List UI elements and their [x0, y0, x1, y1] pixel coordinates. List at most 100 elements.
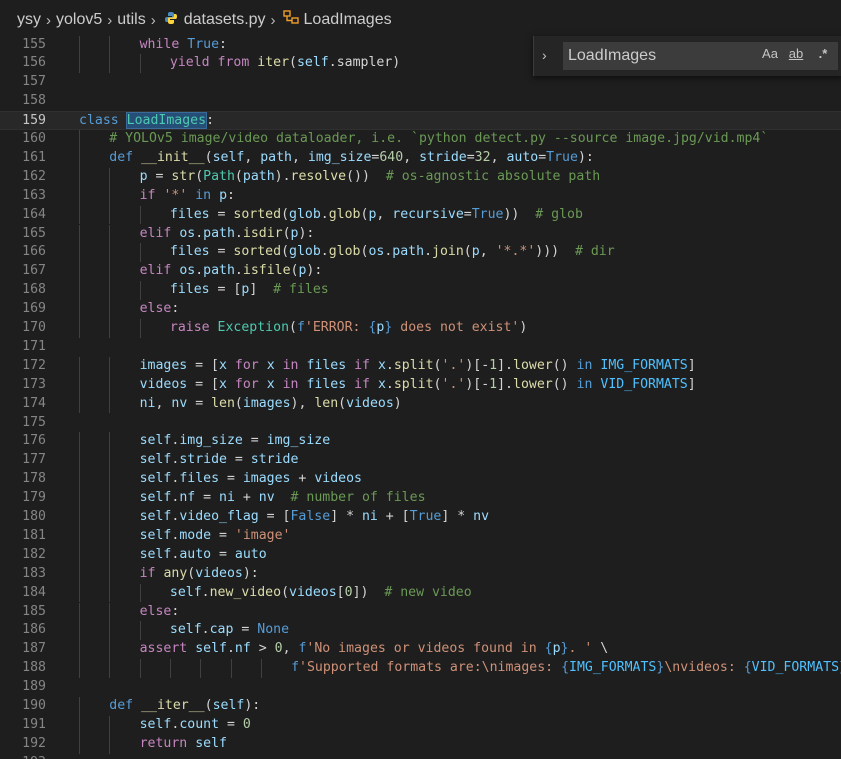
code-token: yield [169, 55, 210, 71]
code-token: = [219, 471, 243, 487]
indent-guide [139, 205, 141, 225]
code-line[interactable]: 193 [0, 754, 841, 759]
breadcrumb-item-root[interactable]: ysy [17, 11, 41, 29]
indent-guide [79, 451, 80, 471]
code-line[interactable]: 176 self.img_size = img_size [0, 432, 841, 452]
line-number: 192 [22, 735, 46, 751]
indent-guide [79, 167, 80, 187]
code-token: nv [171, 395, 188, 411]
code-token: lower [513, 357, 553, 373]
breadcrumb-item-project[interactable]: yolov5 [56, 11, 102, 29]
code-line[interactable]: 159 class LoadImages: [0, 111, 841, 130]
indent-guide [79, 640, 80, 660]
code-token: , [244, 149, 261, 165]
code-token: ( [281, 206, 290, 222]
code-text: else: [140, 300, 180, 319]
indent-guide [79, 432, 80, 452]
code-line[interactable]: 162 p = str(Path(path).resolve()) # os-ag… [0, 167, 841, 187]
code-line[interactable]: 185 else: [0, 602, 841, 622]
code-token: os [179, 263, 196, 279]
code-token: ( [463, 244, 472, 260]
indent-guide [200, 659, 202, 679]
code-token: __iter__ [141, 698, 205, 713]
code-line[interactable]: 177 self.stride = stride [0, 451, 841, 471]
code-token: path [260, 149, 292, 165]
code-line[interactable]: 167 elif os.path.isfile(p): [0, 262, 841, 282]
code-line[interactable]: 164 files = sorted(glob.glob(p, recursive… [0, 205, 841, 225]
code-line[interactable]: 168 files = [p] # files [0, 281, 841, 301]
breadcrumb-item-folder[interactable]: utils [117, 11, 145, 29]
code-line[interactable]: 179 self.nf = ni + nv # number of files [0, 489, 841, 508]
code-line[interactable]: 172 images = [x for x in files if x.split… [0, 356, 841, 376]
code-token: does not exist' [392, 320, 520, 335]
code-token: ]. [497, 376, 513, 392]
code-line[interactable]: 173 videos = [x for x in files if x.split… [0, 375, 841, 395]
code-line[interactable]: 184 self.new_video(videos[0]) # new video [0, 583, 841, 603]
indent-guide [109, 621, 111, 641]
whole-word-toggle[interactable]: ab [785, 43, 807, 65]
code-line[interactable]: 183 if any(videos): [0, 564, 841, 584]
code-token: from [217, 55, 250, 71]
code-token: = [226, 452, 251, 468]
code-token: self [139, 433, 172, 449]
code-token: '*' [163, 187, 188, 203]
regex-toggle[interactable]: .* [812, 43, 834, 65]
code-token: os [179, 225, 196, 241]
code-token: elif [139, 225, 172, 241]
code-line[interactable]: 190 def __iter__(self): [0, 697, 841, 716]
code-token: p [471, 244, 480, 260]
code-token: ( [281, 244, 290, 260]
code-line[interactable]: 175 [0, 414, 841, 433]
code-token: . [320, 244, 329, 260]
indent-guide [109, 394, 111, 414]
code-line[interactable]: 187 assert self.nf > 0, f'No images or vi… [0, 640, 841, 660]
indent-guide [139, 243, 141, 263]
code-line[interactable]: 165 elif os.path.isdir(p): [0, 224, 841, 244]
code-line[interactable]: 170 raise Exception(f'ERROR: {p} does not… [0, 319, 841, 338]
code-line[interactable]: 161 def __init__(self, path, img_size = 640… [0, 148, 841, 168]
line-number: 158 [22, 93, 46, 109]
code-editor[interactable]: 155 while True: 156 yield from iter(self.sa… [0, 35, 841, 759]
code-token: files [306, 357, 347, 373]
line-number: 156 [22, 55, 46, 71]
line-number: 184 [22, 584, 46, 600]
code-text: self.nf = ni + nv # number of files [140, 489, 426, 508]
code-line[interactable]: 158 [0, 92, 841, 111]
code-line[interactable]: 169 else: [0, 300, 841, 319]
indent-guide [109, 375, 111, 395]
code-line[interactable]: 163 if '*' in p: [0, 186, 841, 206]
code-line[interactable]: 171 [0, 338, 841, 357]
code-line[interactable]: 188 f'Supported formats are:\nimages: {IM… [0, 659, 841, 679]
indent-guide [109, 470, 111, 490]
code-token: )) [503, 206, 536, 222]
code-token: . ' [568, 641, 593, 657]
chevron-right-icon[interactable]: › [542, 47, 556, 65]
code-line[interactable]: 180 self.video_flag = [False] * ni + [Tru… [0, 508, 841, 527]
breadcrumb-item-symbol[interactable]: LoadImages [304, 11, 392, 29]
chevron-right-icon: › [46, 11, 51, 29]
code-line[interactable]: 181 self.mode = 'image' [0, 526, 841, 546]
code-token: ]. [497, 357, 513, 373]
code-text: videos = [x for x in files if x.split('.… [140, 376, 696, 395]
code-token: videos [346, 395, 394, 411]
code-token: for [234, 376, 259, 392]
code-token: : [171, 301, 180, 317]
code-line[interactable]: 189 [0, 678, 841, 697]
code-line[interactable]: 157 [0, 73, 841, 92]
code-line[interactable]: 186 self.cap = None [0, 621, 841, 641]
code-text: self.video_flag = [False] * ni + [True] … [140, 508, 489, 527]
code-token: ( [234, 395, 243, 411]
code-token: = [ [187, 357, 219, 373]
code-token: IMG_FORMATS [600, 357, 688, 373]
code-line[interactable]: 160 # YOLOv5 image/video dataloader, i.e.… [0, 130, 841, 149]
breadcrumb-item-file[interactable]: datasets.py [184, 11, 266, 29]
code-line[interactable]: 192 return self [0, 734, 841, 754]
code-line[interactable]: 191 self.count = 0 [0, 715, 841, 735]
code-token: self [195, 641, 227, 657]
code-line[interactable]: 182 self.auto = auto [0, 545, 841, 565]
match-case-toggle[interactable]: Aa [760, 43, 780, 65]
code-line[interactable]: 166 files = sorted(glob.glob(os.path.join… [0, 243, 841, 263]
code-line[interactable]: 178 self.files = images + videos [0, 470, 841, 490]
code-line[interactable]: 174 ni, nv = len(images), len(videos) [0, 394, 841, 414]
